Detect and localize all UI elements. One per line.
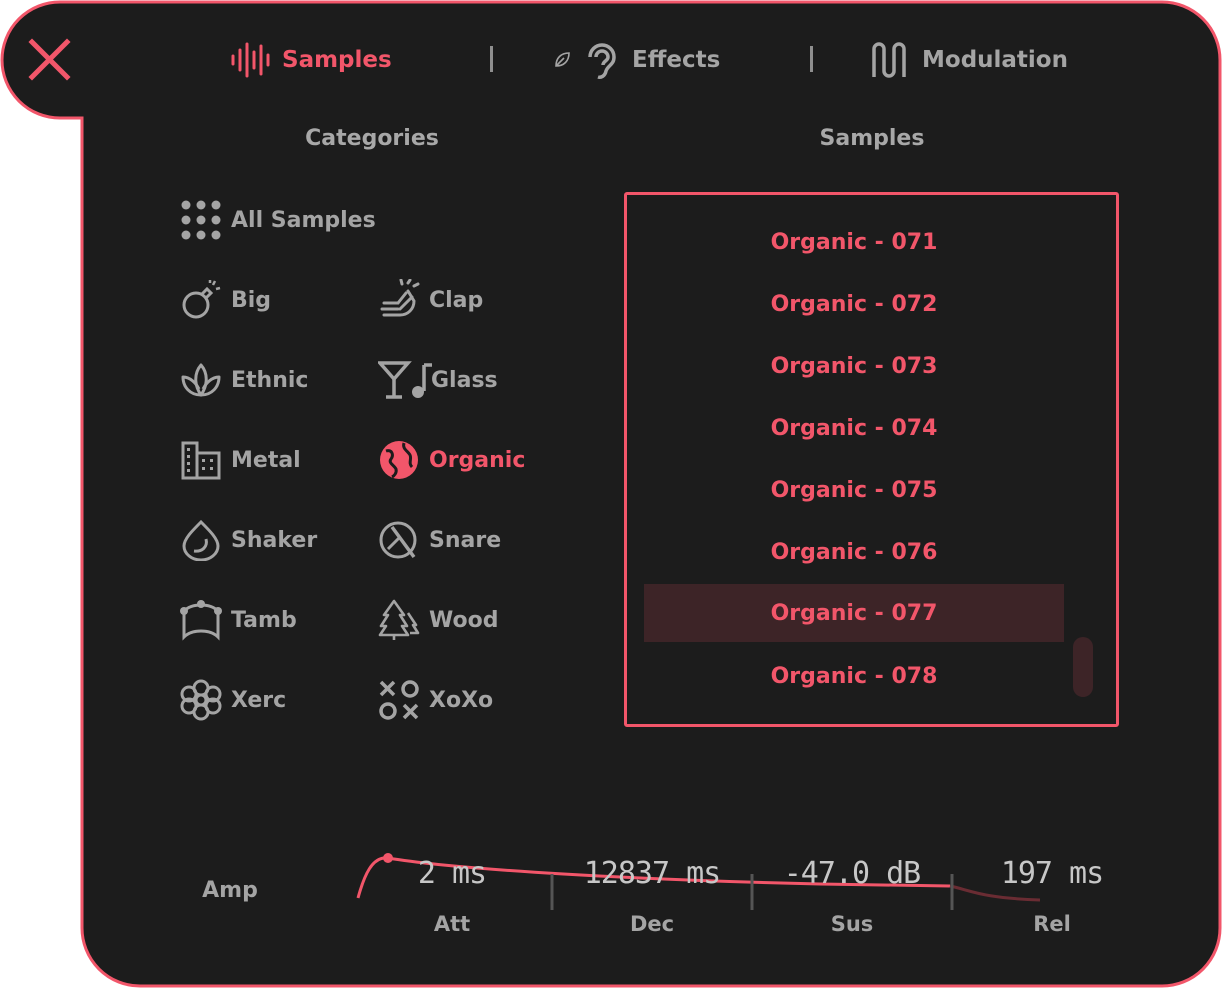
wave-squiggle-icon: [872, 42, 906, 78]
sustain-value[interactable]: -47.0 dB: [752, 856, 952, 891]
category-label: Ethnic: [231, 367, 309, 393]
xo-icon: [379, 680, 419, 720]
category-label: XoXo: [429, 687, 494, 713]
lotus-icon: [181, 363, 221, 397]
category-metal[interactable]: Metal: [180, 440, 301, 480]
category-label: Shaker: [231, 527, 318, 553]
category-big[interactable]: Big: [180, 280, 271, 320]
tab-separator: [810, 46, 813, 72]
category-label: Metal: [231, 447, 301, 473]
leaf-icon: [555, 52, 570, 67]
envelope-label: Amp: [202, 878, 258, 903]
release-label: Rel: [1033, 912, 1071, 936]
tab-samples-label: Samples: [282, 47, 392, 73]
category-glass[interactable]: Glass: [378, 360, 498, 400]
close-button[interactable]: [24, 36, 74, 86]
tab-modulation-label: Modulation: [922, 47, 1068, 73]
sample-item[interactable]: Organic - 075: [644, 461, 1064, 519]
decay-label: Dec: [629, 912, 675, 936]
tab-samples[interactable]: Samples: [230, 38, 392, 82]
sample-item-selected[interactable]: Organic - 077: [644, 584, 1064, 642]
drop-icon: [182, 519, 220, 561]
bomb-icon: [182, 280, 221, 319]
category-label: Organic: [429, 447, 526, 473]
category-xerc[interactable]: Xerc: [180, 679, 287, 721]
category-label: Glass: [431, 367, 498, 393]
glass-note-icon: [378, 361, 432, 399]
ear-icon: [588, 43, 616, 79]
trees-icon: [378, 599, 420, 640]
attack-value[interactable]: 2 ms: [352, 856, 552, 891]
sample-item[interactable]: Organic - 078: [644, 647, 1064, 705]
samples-list[interactable]: Organic - 071 Organic - 072 Organic - 07…: [624, 192, 1119, 727]
category-wood[interactable]: Wood: [378, 599, 499, 640]
globe-icon: [380, 441, 418, 479]
category-clap[interactable]: Clap: [378, 279, 484, 320]
release-value[interactable]: 197 ms: [952, 856, 1152, 891]
scrollbar-thumb[interactable]: [1073, 637, 1093, 697]
category-label: Xerc: [231, 687, 287, 713]
flower-icon: [180, 679, 222, 721]
category-xoxo[interactable]: XoXo: [378, 680, 493, 720]
category-all-samples[interactable]: All Samples: [180, 200, 376, 240]
clap-hands-icon: [380, 279, 420, 317]
drum-stick-icon: [379, 521, 417, 559]
sample-item[interactable]: Organic - 072: [644, 275, 1064, 333]
building-icon: [181, 441, 221, 480]
category-label: All Samples: [231, 207, 376, 233]
categories-heading: Categories: [305, 126, 439, 151]
sample-item[interactable]: Organic - 073: [644, 337, 1064, 395]
category-organic[interactable]: Organic: [378, 440, 525, 480]
category-label: Wood: [429, 607, 499, 633]
samples-heading: Samples: [819, 126, 925, 151]
waveform-bars-icon: [231, 42, 270, 78]
tab-effects[interactable]: Effects: [552, 38, 720, 82]
sample-item[interactable]: Organic - 074: [644, 399, 1064, 457]
close-x-icon: [28, 38, 71, 81]
tambourine-icon: [180, 600, 222, 641]
tab-modulation[interactable]: Modulation: [870, 38, 1068, 82]
category-label: Snare: [429, 527, 502, 553]
attack-label: Att: [433, 912, 471, 936]
category-label: Big: [231, 287, 272, 313]
category-tamb[interactable]: Tamb: [180, 600, 297, 641]
sample-item[interactable]: Organic - 076: [644, 523, 1064, 581]
tab-effects-label: Effects: [632, 47, 721, 73]
sample-item[interactable]: Organic - 071: [644, 213, 1064, 271]
sustain-label: Sus: [830, 912, 874, 936]
category-label: Tamb: [231, 607, 297, 633]
category-snare[interactable]: Snare: [378, 520, 501, 560]
tab-separator: [490, 46, 493, 72]
grid-dots-icon: [181, 200, 221, 240]
category-label: Clap: [429, 287, 484, 313]
category-shaker[interactable]: Shaker: [180, 519, 318, 561]
category-ethnic[interactable]: Ethnic: [180, 360, 308, 400]
decay-value[interactable]: 12837 ms: [552, 856, 752, 891]
